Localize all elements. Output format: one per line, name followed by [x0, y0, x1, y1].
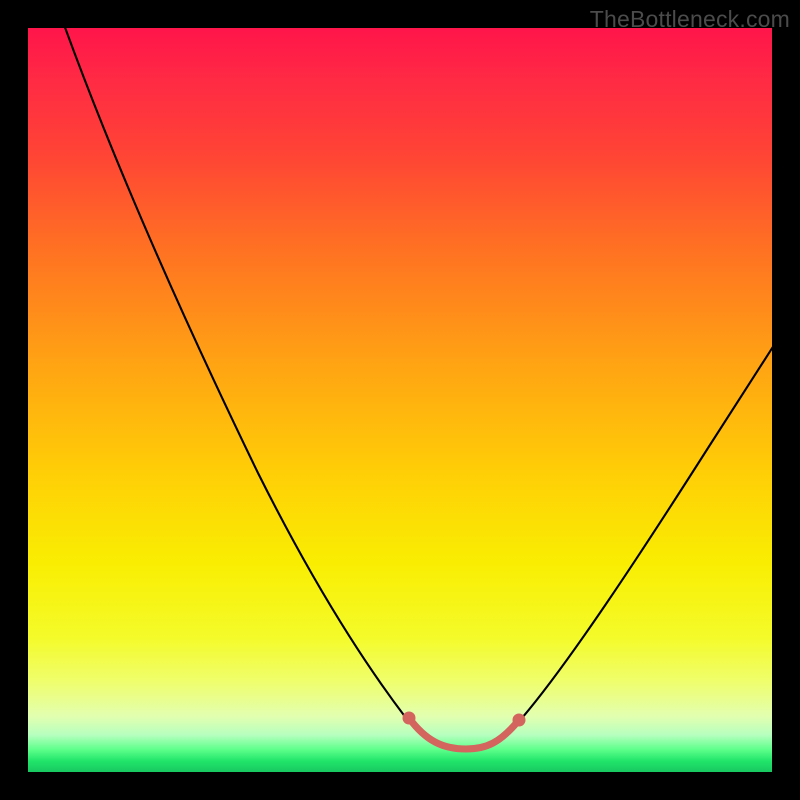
bottleneck-curve [58, 28, 772, 749]
chart-frame: TheBottleneck.com [0, 0, 800, 800]
plot-area [28, 28, 772, 772]
curve-layer [28, 28, 772, 772]
optimal-marker-start-dot [403, 712, 416, 725]
watermark-text: TheBottleneck.com [590, 6, 790, 33]
optimal-flat-marker [409, 718, 519, 749]
optimal-marker-end-dot [513, 714, 526, 727]
